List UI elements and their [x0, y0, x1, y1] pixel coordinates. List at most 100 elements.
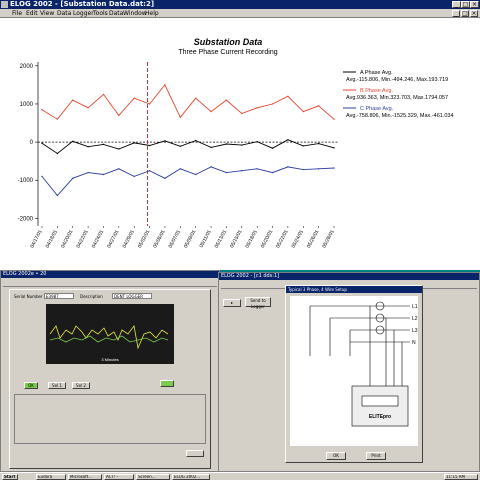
setup-window[interactable]: ELOG 2002 - [c1 dds:1] ▸ Send to Logger …	[218, 272, 480, 472]
menu-help[interactable]: Help	[145, 9, 159, 18]
series-point-b	[72, 99, 74, 101]
menu-window[interactable]: Window	[123, 9, 147, 18]
task-microsoft[interactable]: Microsoft...	[68, 474, 102, 480]
menu-view[interactable]: View	[40, 9, 54, 18]
line-label-l1: L1	[412, 304, 418, 310]
title-bar: ELOG 2002 - [Substation Data.dat:2] _ □ …	[0, 0, 480, 9]
series-point-a	[148, 144, 151, 147]
display-button[interactable]	[160, 380, 174, 387]
series-point-b	[287, 95, 289, 98]
menu-file[interactable]: File	[12, 9, 22, 18]
menu-logger[interactable]: Logger	[73, 9, 94, 18]
series-point-b	[102, 93, 105, 96]
series-point-b	[241, 112, 243, 115]
x-tick-label: 05/18/01	[244, 229, 259, 249]
x-tick-label: 05/11/01	[199, 229, 213, 249]
mini-chart-caption: 3 Minutes	[101, 357, 118, 362]
task-act[interactable]: ACT! -	[104, 474, 134, 480]
series-point-b	[133, 97, 135, 99]
x-tick-label: 05/22/01	[275, 229, 290, 249]
taskbar: Start Eudora Microsoft... ACT! - Screen.…	[0, 472, 480, 480]
series-point-c	[241, 169, 243, 172]
line-label-n: N	[412, 340, 416, 346]
inset-screenshots: ELOG 2002e • 20 Serial Number E3987 Desc…	[0, 270, 480, 480]
x-tick-label: 05/13/01	[214, 229, 229, 249]
legend-stats-b: Avg.936.363, Min.323.703, Max.1794.057	[346, 95, 448, 101]
logger-window[interactable]: ELOG 2002e • 20 Serial Number E3987 Desc…	[0, 270, 220, 472]
series-point-a	[302, 145, 304, 147]
send-to-logger-button[interactable]: Send to Logger	[245, 297, 271, 309]
setup-ok-button[interactable]: OK	[326, 452, 346, 460]
x-tick-label: 05/02/01	[137, 229, 152, 249]
x-tick-label: 04/24/01	[91, 229, 106, 249]
menu-edit[interactable]: Edit	[26, 9, 38, 18]
menu-data[interactable]: Data	[57, 9, 71, 18]
description-field[interactable]: DENT LOGGER	[112, 293, 152, 299]
sel1-button[interactable]: Sel 1	[48, 382, 66, 389]
series-point-c	[118, 168, 120, 170]
x-tick-label: 05/09/01	[183, 229, 198, 249]
series-point-b	[271, 103, 274, 105]
series-point-b	[56, 118, 59, 120]
series-line-b	[41, 84, 335, 120]
series-point-c	[179, 168, 182, 170]
x-tick-label: 05/20/01	[260, 229, 275, 249]
legend-stats-a: Avg.-115.806, Min.-494.246, Max.193.719	[346, 77, 448, 83]
task-screen[interactable]: Screen...	[136, 474, 170, 480]
series-point-a	[164, 140, 166, 142]
y-tick-label: -2000	[18, 216, 34, 222]
series-point-b	[225, 99, 228, 101]
series-point-c	[302, 168, 304, 171]
ok-button[interactable]: OK	[24, 382, 38, 389]
x-tick-label: 04/17/01	[29, 229, 44, 249]
serial-field[interactable]: E3987	[44, 293, 74, 299]
series-point-a	[194, 139, 197, 142]
close-button[interactable]: ×	[470, 1, 479, 8]
mdi-restore-button[interactable]: □	[461, 10, 469, 17]
wiring-diagram: L1 L2 L3 N ELITEpro	[290, 296, 418, 446]
x-tick-label: 05/05/01	[152, 229, 167, 249]
series-point-b	[179, 116, 182, 119]
series-point-c	[333, 167, 335, 169]
x-tick-label: 05/26/01	[306, 229, 321, 249]
series-point-a	[241, 144, 243, 146]
channel-list-right	[427, 313, 477, 413]
task-eudora[interactable]: Eudora	[36, 474, 66, 480]
task-elog[interactable]: ELOG 2002...	[172, 474, 210, 480]
series-point-c	[148, 169, 151, 172]
series-point-a	[102, 143, 105, 146]
window-title: ELOG 2002 - [Substation Data.dat:2]	[10, 0, 155, 8]
clock: 11:15 AM	[444, 474, 478, 480]
refresh-button[interactable]: ▸	[223, 299, 241, 307]
setup-print-button[interactable]: Print	[366, 452, 386, 460]
series-point-a	[256, 141, 258, 143]
legend-stats-c: Avg.-758.806, Min.-1525.329, Max.-461.03…	[346, 113, 454, 119]
current-chart: Substation Data Three Phase Current Reco…	[18, 37, 454, 249]
series-point-b	[148, 103, 151, 105]
series-point-a	[41, 142, 43, 144]
menu-tools[interactable]: Tools	[93, 9, 108, 18]
series-point-b	[256, 107, 258, 109]
series-point-c	[41, 175, 43, 178]
sel2-button[interactable]: Sel 2	[72, 382, 90, 389]
description-label: Description	[80, 294, 103, 299]
logger-mini-chart: 3 Minutes	[46, 304, 174, 364]
mdi-minimize-button[interactable]: _	[452, 10, 460, 17]
exit-button[interactable]	[186, 450, 204, 457]
maximize-button[interactable]: □	[461, 1, 470, 8]
series-point-c	[164, 177, 166, 180]
series-point-b	[333, 118, 335, 120]
menu-bar: File Edit View Data Logger Tools Data Wi…	[0, 9, 480, 18]
start-button[interactable]: Start	[2, 474, 18, 480]
menu-data-2[interactable]: Data	[109, 9, 123, 18]
series-point-c	[87, 171, 89, 174]
minimize-button[interactable]: _	[452, 1, 461, 8]
series-point-a	[317, 142, 320, 145]
x-tick-label: 04/27/01	[106, 229, 121, 249]
mdi-close-button[interactable]: ×	[470, 10, 478, 17]
series-point-c	[194, 173, 197, 176]
x-tick-label: 04/20/01	[60, 229, 75, 249]
series-point-b	[41, 108, 43, 111]
logger-toolbar	[3, 280, 217, 287]
x-tick-label: 04/22/01	[75, 229, 90, 249]
